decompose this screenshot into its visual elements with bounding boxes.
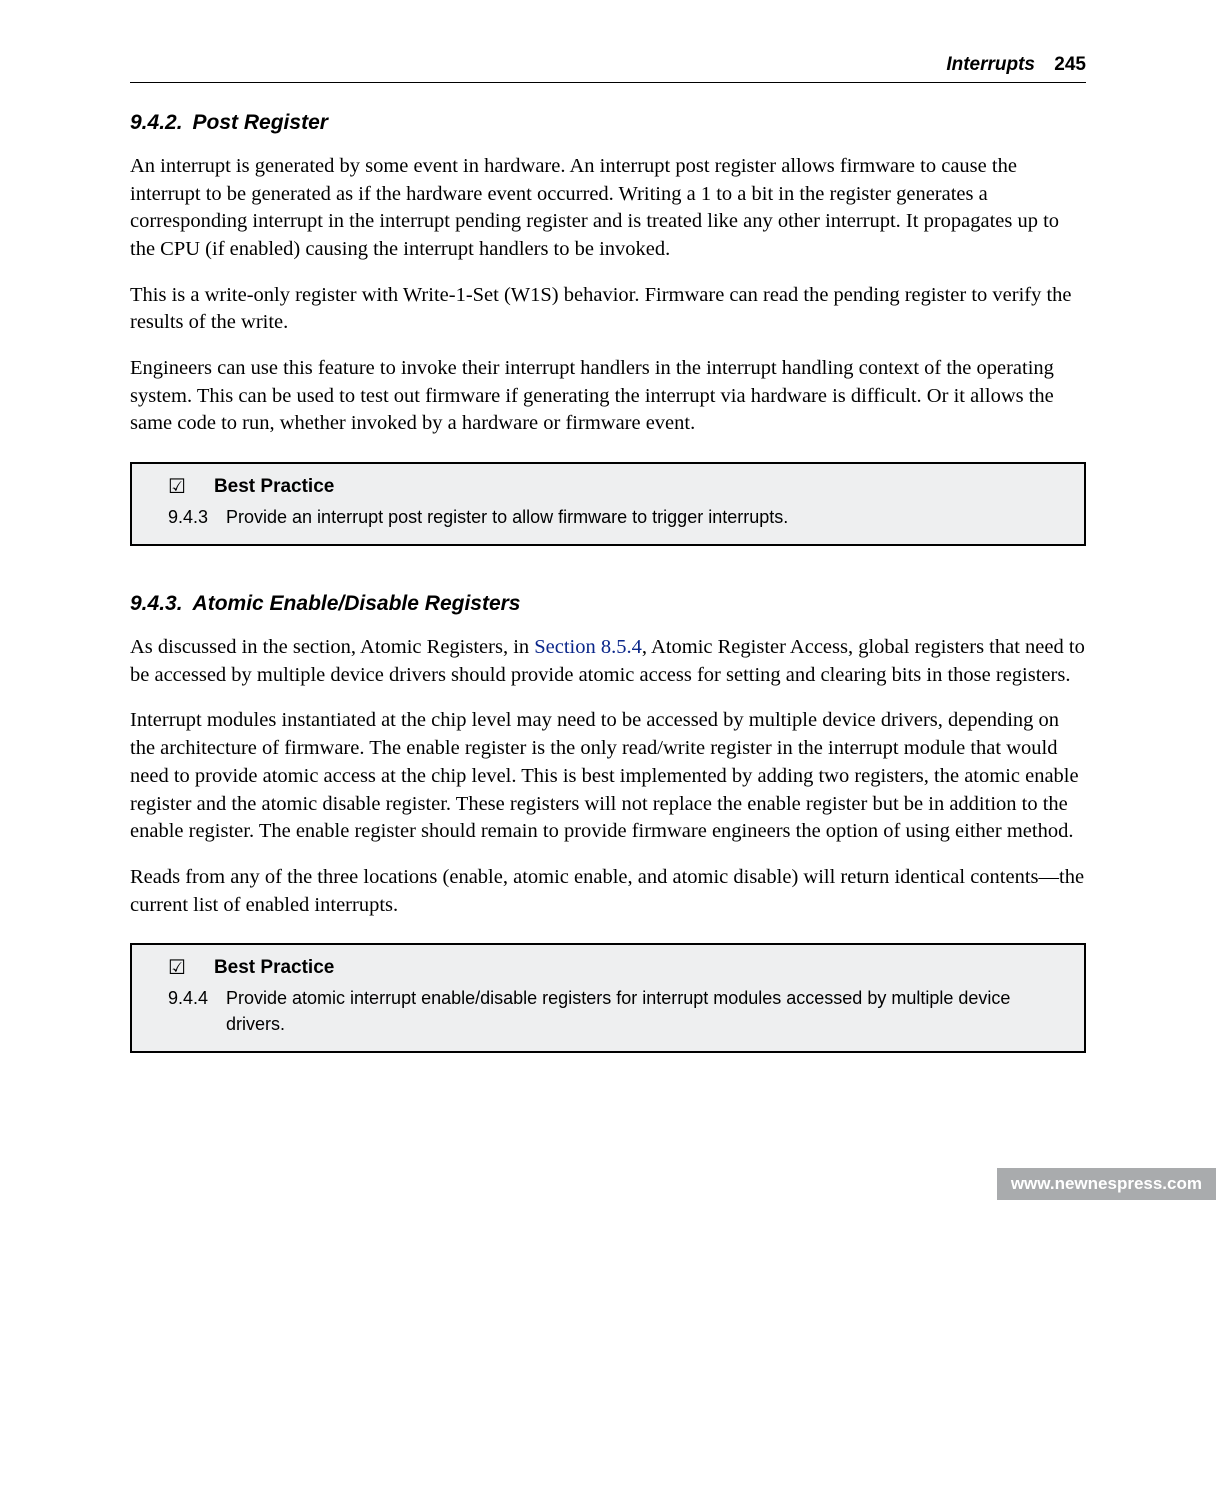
best-practice-header: ☑ Best Practice [154, 476, 1066, 498]
best-practice-text: Provide atomic interrupt enable/disable … [226, 985, 1066, 1037]
best-practice-header: ☑ Best Practice [154, 957, 1066, 979]
section-number: 9.4.2. [130, 111, 183, 134]
best-practice-number: 9.4.3 [168, 504, 226, 530]
best-practice-box: ☑ Best Practice 9.4.4 Provide atomic int… [130, 943, 1086, 1053]
paragraph: Interrupt modules instantiated at the ch… [130, 707, 1086, 845]
running-header: Interrupts 245 [130, 54, 1086, 83]
paragraph: This is a write-only register with Write… [130, 282, 1086, 337]
chapter-title: Interrupts [946, 54, 1035, 75]
page: Interrupts 245 9.4.2. Post Register An in… [0, 0, 1216, 1500]
checkbox-icon: ☑ [168, 477, 186, 497]
best-practice-entry: 9.4.3 Provide an interrupt post register… [154, 504, 1066, 530]
paragraph: As discussed in the section, Atomic Regi… [130, 634, 1086, 689]
section-title: Post Register [193, 111, 328, 134]
cross-reference-link[interactable]: Section 8.5.4 [534, 636, 642, 658]
publisher-url: www.newnespress.com [1011, 1174, 1202, 1193]
section-title: Atomic Enable/Disable Registers [193, 592, 521, 615]
best-practice-label: Best Practice [214, 476, 334, 498]
paragraph-text: As discussed in the section, Atomic Regi… [130, 636, 534, 658]
checkbox-icon: ☑ [168, 958, 186, 978]
best-practice-number: 9.4.4 [168, 985, 226, 1037]
best-practice-label: Best Practice [214, 957, 334, 979]
best-practice-box: ☑ Best Practice 9.4.3 Provide an interru… [130, 462, 1086, 546]
page-number: 245 [1054, 54, 1086, 75]
paragraph: Reads from any of the three locations (e… [130, 864, 1086, 919]
publisher-footer: www.newnespress.com [997, 1168, 1216, 1200]
section-number: 9.4.3. [130, 592, 183, 615]
section-heading: 9.4.3. Atomic Enable/Disable Registers [130, 592, 1086, 616]
best-practice-text: Provide an interrupt post register to al… [226, 504, 1066, 530]
best-practice-entry: 9.4.4 Provide atomic interrupt enable/di… [154, 985, 1066, 1037]
paragraph: An interrupt is generated by some event … [130, 153, 1086, 264]
paragraph: Engineers can use this feature to invoke… [130, 355, 1086, 438]
section-heading: 9.4.2. Post Register [130, 111, 1086, 135]
